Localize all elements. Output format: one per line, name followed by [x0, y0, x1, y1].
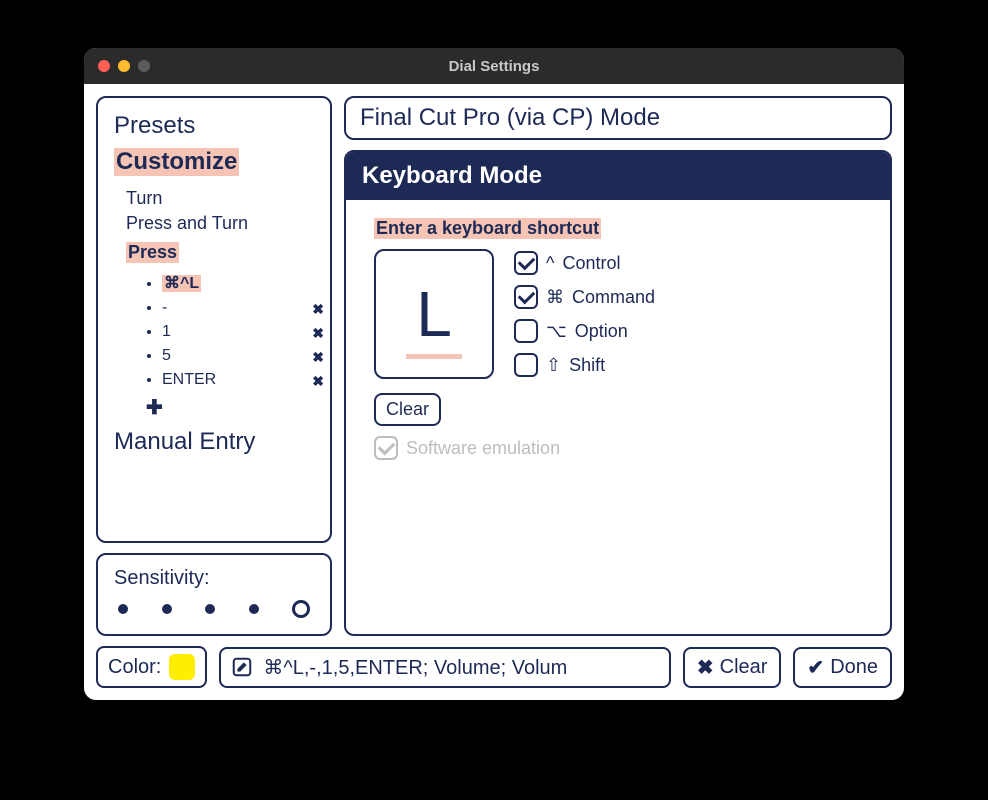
- press-action-item[interactable]: ENTER✖: [162, 371, 314, 389]
- color-label: Color:: [108, 656, 161, 679]
- sensitivity-level[interactable]: [118, 604, 128, 614]
- sidebar-panel: Presets Customize Turn Press and Turn Pr…: [96, 96, 332, 543]
- close-icon: ✖: [697, 655, 714, 680]
- sensitivity-slider[interactable]: [114, 600, 314, 618]
- modifier-label: Control: [562, 253, 620, 274]
- sensitivity-level[interactable]: [249, 604, 259, 614]
- done-button-label: Done: [830, 656, 878, 679]
- modifier-symbol: ⌘: [546, 287, 564, 308]
- name-value: ⌘^L,-,1,5,ENTER; Volume; Volum: [263, 655, 567, 680]
- name-field[interactable]: ⌘^L,-,1,5,ENTER; Volume; Volum: [219, 647, 671, 688]
- modifier-label: Shift: [569, 355, 605, 376]
- modifier-shift[interactable]: ⇧ Shift: [514, 353, 655, 377]
- checkbox-icon[interactable]: [514, 285, 538, 309]
- remove-action-icon[interactable]: ✖: [312, 349, 324, 366]
- modifier-label: Command: [572, 287, 655, 308]
- check-icon: ✔: [807, 655, 824, 680]
- keyboard-prompt: Enter a keyboard shortcut: [374, 218, 601, 239]
- remove-action-icon[interactable]: ✖: [312, 301, 324, 318]
- main-row: Presets Customize Turn Press and Turn Pr…: [96, 96, 892, 636]
- sensitivity-panel: Sensitivity:: [96, 553, 332, 636]
- footer-row: Color: ⌘^L,-,1,5,ENTER; Volume; Volum ✖ …: [96, 646, 892, 688]
- modifier-symbol: ^: [546, 253, 554, 274]
- customize-heading[interactable]: Customize: [114, 148, 239, 176]
- sensitivity-level[interactable]: [205, 604, 215, 614]
- software-emulation-row: Software emulation: [374, 436, 862, 460]
- clear-shortcut-button[interactable]: Clear: [374, 393, 441, 426]
- press-action-list: ⌘^L -✖ 1✖ 5✖ ENTER✖: [162, 273, 314, 389]
- key-underline: [406, 354, 462, 359]
- press-action-label: ⌘^L: [162, 275, 201, 292]
- remove-action-icon[interactable]: ✖: [312, 325, 324, 342]
- checkbox-icon[interactable]: [514, 251, 538, 275]
- sidebar-item-press[interactable]: Press: [126, 242, 179, 263]
- dial-settings-window: Dial Settings Presets Customize Turn Pre…: [84, 48, 904, 700]
- modifier-symbol: ⇧: [546, 355, 561, 376]
- press-action-label: -: [162, 299, 167, 316]
- modifier-command[interactable]: ⌘ Command: [514, 285, 655, 309]
- sensitivity-level-selected[interactable]: [292, 600, 310, 618]
- software-emulation-label: Software emulation: [406, 438, 560, 459]
- add-action-button[interactable]: ✚: [146, 395, 314, 420]
- checkbox-icon[interactable]: [514, 353, 538, 377]
- mode-name-field[interactable]: Final Cut Pro (via CP) Mode: [344, 96, 892, 140]
- press-action-label: ENTER: [162, 371, 216, 388]
- modifier-list: ^ Control ⌘ Command ⌥: [514, 251, 655, 377]
- color-swatch[interactable]: [169, 654, 195, 680]
- right-column: Final Cut Pro (via CP) Mode Keyboard Mod…: [344, 96, 892, 636]
- modifier-option[interactable]: ⌥ Option: [514, 319, 655, 343]
- press-action-item[interactable]: 5✖: [162, 347, 314, 365]
- modifier-control[interactable]: ^ Control: [514, 251, 655, 275]
- modifier-symbol: ⌥: [546, 321, 567, 342]
- keyboard-mode-body: Enter a keyboard shortcut L ^ Control: [346, 200, 890, 478]
- sensitivity-label: Sensitivity:: [114, 567, 314, 590]
- press-action-item[interactable]: ⌘^L: [162, 273, 314, 293]
- sidebar-item-turn[interactable]: Turn: [126, 188, 314, 209]
- keyboard-mode-panel: Keyboard Mode Enter a keyboard shortcut …: [344, 150, 892, 636]
- checkbox-icon: [374, 436, 398, 460]
- content: Presets Customize Turn Press and Turn Pr…: [84, 84, 904, 700]
- done-button[interactable]: ✔ Done: [793, 647, 892, 688]
- sensitivity-level[interactable]: [162, 604, 172, 614]
- window-title: Dial Settings: [84, 58, 904, 75]
- left-column: Presets Customize Turn Press and Turn Pr…: [96, 96, 332, 636]
- press-action-label: 1: [162, 323, 171, 340]
- manual-entry-heading[interactable]: Manual Entry: [114, 428, 314, 456]
- clear-button[interactable]: ✖ Clear: [683, 647, 782, 688]
- edit-icon: [231, 656, 253, 678]
- clear-button-label: Clear: [720, 656, 768, 679]
- key-letter: L: [416, 277, 452, 351]
- presets-heading[interactable]: Presets: [114, 112, 314, 140]
- press-action-label: 5: [162, 347, 171, 364]
- checkbox-icon[interactable]: [514, 319, 538, 343]
- modifier-label: Option: [575, 321, 628, 342]
- color-picker[interactable]: Color:: [96, 646, 207, 688]
- sidebar-item-press-and-turn[interactable]: Press and Turn: [126, 213, 314, 234]
- key-input[interactable]: L: [374, 249, 494, 379]
- keyboard-mode-header: Keyboard Mode: [346, 152, 890, 200]
- press-action-item[interactable]: -✖: [162, 299, 314, 317]
- titlebar: Dial Settings: [84, 48, 904, 84]
- remove-action-icon[interactable]: ✖: [312, 373, 324, 390]
- press-action-item[interactable]: 1✖: [162, 323, 314, 341]
